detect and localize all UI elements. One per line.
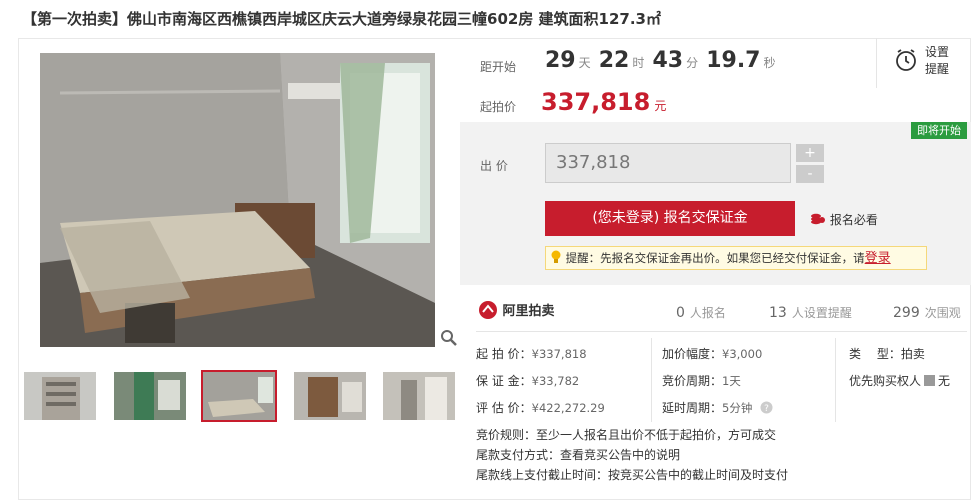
info-priority-value: 无 <box>938 374 951 388</box>
info-cycle: 竞价周期：1天 <box>662 372 741 389</box>
lightbulb-icon <box>551 250 561 263</box>
info-start-price-key: 起 拍 价： <box>476 347 532 361</box>
start-price-unit: 元 <box>654 99 667 113</box>
rule-bidding-key: 竞价规则： <box>476 428 537 442</box>
countdown-seconds: 19.7 <box>706 48 761 73</box>
divider <box>835 338 836 422</box>
countdown-minutes-unit: 分 <box>686 56 699 70</box>
tip-text: 先报名交保证金再出价。如果您已经交付保证金，请 <box>600 251 865 265</box>
start-price: 337,818 元 <box>541 88 666 116</box>
info-deposit-value: ¥33,782 <box>531 374 580 388</box>
signup-count: 0 <box>676 305 685 321</box>
rule-payment: 尾款支付方式：查看竞买公告中的说明 <box>476 446 680 463</box>
rule-deadline-key: 尾款线上支付截止时间： <box>476 468 609 482</box>
login-link[interactable]: 登录 <box>865 251 891 266</box>
info-type-value: 拍卖 <box>900 347 925 361</box>
info-type-key: 类 型： <box>849 347 901 361</box>
countdown-days: 29 <box>545 48 576 73</box>
thumbnail-2[interactable] <box>112 370 188 422</box>
must-read-link[interactable]: 报名必看 <box>810 211 878 228</box>
divider <box>876 38 877 88</box>
countdown-hours-unit: 时 <box>632 56 645 70</box>
thumbnail-3[interactable] <box>201 370 277 422</box>
info-priority: 优先购买权人 无 <box>849 372 950 389</box>
brand: 阿里拍卖 <box>478 300 555 320</box>
main-photo <box>40 53 435 347</box>
thumbnail-strip <box>22 370 462 426</box>
rule-payment-value: 查看竞买公告中的说明 <box>560 448 681 462</box>
start-price-value: 337,818 <box>541 88 651 116</box>
bid-label: 出 价 <box>480 159 508 173</box>
thumbnail-4[interactable] <box>292 370 368 422</box>
info-start-price: 起 拍 价：¥337,818 <box>476 345 587 362</box>
info-appraisal: 评 估 价：¥422,272.29 <box>476 399 605 416</box>
info-appraisal-value: ¥422,272.29 <box>531 401 605 415</box>
remind-label: 人设置提醒 <box>791 306 852 320</box>
start-price-label: 起拍价 <box>480 100 517 114</box>
reminder-line1: 设置 <box>925 45 950 59</box>
view-count: 299 <box>893 305 920 321</box>
info-cycle-key: 竞价周期： <box>662 374 723 388</box>
signup-label: 人报名 <box>689 306 726 320</box>
signup-stat: 0 人报名 <box>676 304 726 321</box>
rule-deadline: 尾款线上支付截止时间：按竞买公告中的截止时间及时支付 <box>476 466 788 483</box>
set-reminder-button[interactable]: 设置 提醒 <box>925 44 949 78</box>
divider <box>476 331 967 332</box>
info-deposit: 保 证 金：¥33,782 <box>476 372 579 389</box>
remind-stat: 13 人设置提醒 <box>769 304 852 321</box>
countdown-hours: 22 <box>598 48 630 73</box>
brand-name: 阿里拍卖 <box>502 304 555 319</box>
rule-bidding-value: 至少一人报名且出价不低于起拍价，方可成交 <box>536 428 777 442</box>
countdown-seconds-unit: 秒 <box>763 56 776 70</box>
must-read-label: 报名必看 <box>829 213 878 227</box>
bid-decrease-button[interactable]: - <box>796 165 824 183</box>
thumbnail-5[interactable] <box>381 370 457 422</box>
info-icon[interactable] <box>924 375 936 386</box>
info-priority-key: 优先购买权人 <box>849 374 922 388</box>
info-extend-value: 5分钟 <box>722 401 753 415</box>
ali-auction-logo-icon <box>479 301 497 319</box>
countdown-days-unit: 天 <box>578 56 591 70</box>
countdown: 29 天 22 时 43 分 19.7 秒 <box>545 48 779 73</box>
help-icon[interactable]: ? <box>760 401 773 414</box>
info-increment: 加价幅度：¥3,000 <box>662 345 762 362</box>
view-stat: 299 次围观 <box>893 304 961 321</box>
page-title: 【第一次拍卖】佛山市南海区西樵镇西岸城区庆云大道旁绿泉花园三幢602房 建筑面积… <box>22 10 661 28</box>
info-increment-value: ¥3,000 <box>722 347 763 361</box>
bid-increase-button[interactable]: + <box>796 144 824 162</box>
remind-count: 13 <box>769 305 787 321</box>
info-extend-key: 延时周期： <box>662 401 723 415</box>
thumbnail-1[interactable] <box>22 370 98 422</box>
countdown-label: 距开始 <box>480 60 517 74</box>
zoom-icon[interactable] <box>440 329 458 347</box>
alarm-clock-icon[interactable] <box>894 48 918 76</box>
pay-deposit-button[interactable]: (您未登录) 报名交保证金 <box>545 201 795 236</box>
info-type: 类 型：拍卖 <box>849 345 925 362</box>
login-tip: 提醒：先报名交保证金再出价。如果您已经交付保证金，请登录 <box>545 246 927 270</box>
info-start-price-value: ¥337,818 <box>531 347 587 361</box>
rule-payment-key: 尾款支付方式： <box>476 448 561 462</box>
info-appraisal-key: 评 估 价： <box>476 401 532 415</box>
info-cycle-value: 1天 <box>722 374 741 388</box>
info-deposit-key: 保 证 金： <box>476 374 532 388</box>
status-badge: 即将开始 <box>911 122 967 139</box>
countdown-minutes: 43 <box>652 48 684 73</box>
reminder-line2: 提醒 <box>925 62 950 76</box>
tip-prefix: 提醒： <box>565 251 601 265</box>
rule-deadline-value: 按竞买公告中的截止时间及时支付 <box>608 468 789 482</box>
rule-bidding: 竞价规则：至少一人报名且出价不低于起拍价，方可成交 <box>476 426 776 443</box>
bid-input[interactable]: 337,818 <box>545 143 791 183</box>
info-increment-key: 加价幅度： <box>662 347 723 361</box>
view-label: 次围观 <box>924 306 961 320</box>
svg-text:?: ? <box>764 404 769 414</box>
divider <box>651 338 652 422</box>
info-extend: 延时周期：5分钟 ? <box>662 399 773 416</box>
coins-icon <box>811 213 825 225</box>
